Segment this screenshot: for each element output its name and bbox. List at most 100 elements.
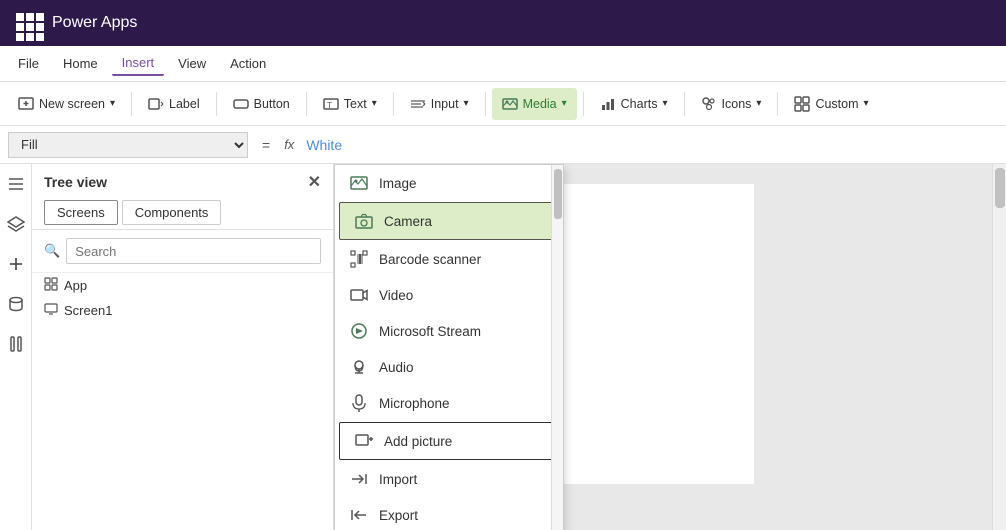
dropdown-item-camera-label: Camera bbox=[384, 214, 432, 229]
new-screen-icon bbox=[18, 96, 34, 112]
camera-icon bbox=[354, 211, 374, 231]
media-chevron: ▾ bbox=[562, 98, 567, 109]
left-sidebar bbox=[0, 164, 32, 530]
tree-header: Tree view ✕ bbox=[32, 164, 333, 200]
menu-view[interactable]: View bbox=[168, 52, 216, 75]
separator-3 bbox=[306, 92, 307, 116]
dropdown-item-camera[interactable]: Camera bbox=[339, 202, 559, 240]
dropdown-scrollbar-thumb[interactable] bbox=[554, 169, 562, 219]
tree-close-button[interactable]: ✕ bbox=[308, 172, 321, 192]
button-icon bbox=[233, 96, 249, 112]
sidebar-settings-icon[interactable] bbox=[4, 332, 28, 356]
microphone-icon bbox=[349, 393, 369, 413]
dropdown-item-stream[interactable]: Microsoft Stream bbox=[335, 313, 563, 349]
stream-icon bbox=[349, 321, 369, 341]
waffle-icon[interactable] bbox=[12, 9, 40, 37]
tree-item-app-label: App bbox=[64, 278, 87, 293]
tree-tabs: Screens Components bbox=[32, 200, 333, 230]
tree-tab-components[interactable]: Components bbox=[122, 200, 222, 225]
export-icon bbox=[349, 505, 369, 525]
dropdown-item-microphone-label: Microphone bbox=[379, 396, 450, 411]
tree-title: Tree view bbox=[44, 174, 107, 190]
dropdown-item-video-label: Video bbox=[379, 288, 413, 303]
text-chevron: ▾ bbox=[372, 98, 377, 109]
dropdown-item-add-picture-label: Add picture bbox=[384, 434, 452, 449]
canvas-scrollbar[interactable] bbox=[992, 164, 1006, 530]
sidebar-add-icon[interactable] bbox=[4, 252, 28, 276]
separator-2 bbox=[216, 92, 217, 116]
input-button[interactable]: Input ▾ bbox=[400, 88, 479, 120]
dropdown-item-export-label: Export bbox=[379, 508, 418, 523]
menu-action[interactable]: Action bbox=[220, 52, 276, 75]
charts-chevron: ▾ bbox=[662, 98, 667, 109]
sidebar-menu-icon[interactable] bbox=[4, 172, 28, 196]
menu-home[interactable]: Home bbox=[53, 52, 108, 75]
new-screen-chevron: ▾ bbox=[110, 98, 115, 109]
svg-text:T: T bbox=[327, 101, 332, 110]
dropdown-item-stream-label: Microsoft Stream bbox=[379, 324, 481, 339]
text-icon: T bbox=[323, 96, 339, 112]
custom-icon bbox=[794, 96, 810, 112]
dropdown-scrollbar[interactable] bbox=[551, 165, 563, 530]
main-layout: Tree view ✕ Screens Components 🔍 App Scr… bbox=[0, 164, 1006, 530]
dropdown-item-video[interactable]: Video bbox=[335, 277, 563, 313]
dropdown-item-export[interactable]: Export bbox=[335, 497, 563, 530]
dropdown-item-image[interactable]: Image bbox=[335, 165, 563, 201]
tree-item-screen1: Screen1 bbox=[32, 298, 333, 323]
media-dropdown: Image Camera Barcode scanner bbox=[334, 164, 564, 530]
tree-search-area: 🔍 bbox=[32, 230, 333, 273]
custom-button[interactable]: Custom ▾ bbox=[784, 88, 878, 120]
app-icon bbox=[44, 277, 58, 294]
formula-equals: = bbox=[256, 137, 276, 153]
custom-chevron: ▾ bbox=[864, 98, 869, 109]
formula-value: White bbox=[306, 137, 342, 153]
dropdown-item-barcode-label: Barcode scanner bbox=[379, 252, 481, 267]
separator-4 bbox=[393, 92, 394, 116]
label-button[interactable]: Label bbox=[138, 88, 210, 120]
icons-button[interactable]: Icons ▾ bbox=[691, 88, 772, 120]
formula-fx-label: fx bbox=[284, 137, 294, 152]
icons-chevron: ▾ bbox=[756, 98, 761, 109]
text-button[interactable]: T Text ▾ bbox=[313, 88, 387, 120]
image-icon bbox=[349, 173, 369, 193]
dropdown-item-image-label: Image bbox=[379, 176, 417, 191]
new-screen-button[interactable]: New screen ▾ bbox=[8, 88, 125, 120]
app-title: Power Apps bbox=[52, 14, 137, 32]
charts-button[interactable]: Charts ▾ bbox=[590, 88, 678, 120]
audio-icon bbox=[349, 357, 369, 377]
button-tool-button[interactable]: Button bbox=[223, 88, 300, 120]
separator-7 bbox=[684, 92, 685, 116]
dropdown-item-audio[interactable]: Audio bbox=[335, 349, 563, 385]
separator-8 bbox=[777, 92, 778, 116]
search-input[interactable] bbox=[66, 238, 321, 264]
separator-6 bbox=[583, 92, 584, 116]
toolbar: New screen ▾ Label Button T Text ▾ bbox=[0, 82, 1006, 126]
barcode-icon bbox=[349, 249, 369, 269]
dropdown-item-microphone[interactable]: Microphone bbox=[335, 385, 563, 421]
canvas-area: Image Camera Barcode scanner bbox=[334, 164, 1006, 530]
sidebar-database-icon[interactable] bbox=[4, 292, 28, 316]
media-button[interactable]: Media ▾ bbox=[492, 88, 577, 120]
add-picture-icon bbox=[354, 431, 374, 451]
charts-icon bbox=[600, 96, 616, 112]
tree-panel: Tree view ✕ Screens Components 🔍 App Scr… bbox=[32, 164, 334, 530]
input-chevron: ▾ bbox=[464, 98, 469, 109]
menu-insert[interactable]: Insert bbox=[112, 51, 165, 76]
search-icon: 🔍 bbox=[44, 243, 60, 259]
tree-item-app: App bbox=[32, 273, 333, 298]
import-icon bbox=[349, 469, 369, 489]
dropdown-item-import[interactable]: Import bbox=[335, 461, 563, 497]
menu-file[interactable]: File bbox=[8, 52, 49, 75]
sidebar-layers-icon[interactable] bbox=[4, 212, 28, 236]
canvas-scrollbar-thumb[interactable] bbox=[995, 168, 1005, 208]
separator-5 bbox=[485, 92, 486, 116]
dropdown-item-barcode[interactable]: Barcode scanner bbox=[335, 241, 563, 277]
menu-bar: File Home Insert View Action bbox=[0, 46, 1006, 82]
top-bar: Power Apps bbox=[0, 0, 1006, 46]
property-select[interactable]: Fill bbox=[8, 132, 248, 158]
tree-item-screen1-label: Screen1 bbox=[64, 303, 112, 318]
tree-tab-screens[interactable]: Screens bbox=[44, 200, 118, 225]
separator-1 bbox=[131, 92, 132, 116]
icons-icon bbox=[701, 96, 717, 112]
dropdown-item-add-picture[interactable]: Add picture bbox=[339, 422, 559, 460]
